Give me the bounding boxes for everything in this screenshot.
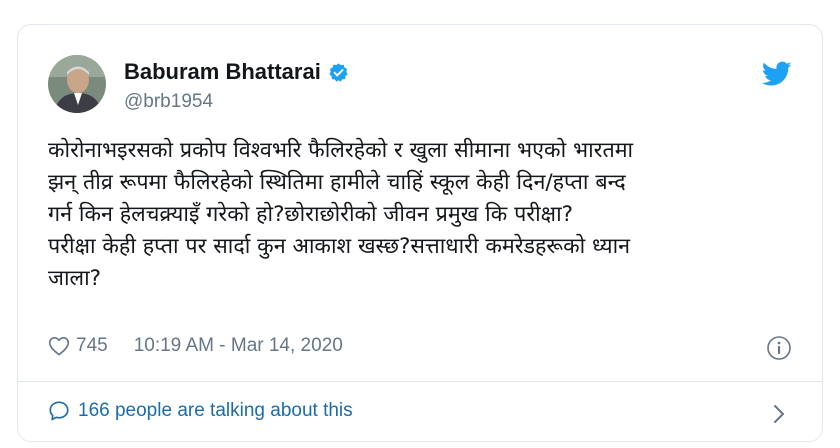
chevron-right-icon[interactable] <box>772 403 786 425</box>
conversation-link[interactable]: 166 people are talking about this <box>48 400 353 422</box>
author-handle[interactable]: @brb1954 <box>124 91 213 113</box>
conversation-text[interactable]: 166 people are talking about this <box>78 400 353 422</box>
info-icon[interactable] <box>766 335 792 361</box>
twitter-bird-icon[interactable] <box>761 61 792 87</box>
verified-badge-icon <box>328 62 349 83</box>
tweet-card: Baburam Bhattarai @brb1954 कोरोनाभइरसको … <box>17 24 823 442</box>
tweet-timestamp[interactable]: 10:19 AM - Mar 14, 2020 <box>134 335 343 357</box>
author-avatar[interactable] <box>48 55 106 113</box>
author-name-row: Baburam Bhattarai <box>124 59 349 85</box>
author-name[interactable]: Baburam Bhattarai <box>124 59 321 85</box>
like-count[interactable]: 745 <box>76 335 108 357</box>
divider <box>18 381 822 382</box>
tweet-meta: 745 10:19 AM - Mar 14, 2020 <box>48 335 343 357</box>
heart-icon[interactable] <box>48 336 70 356</box>
speech-bubble-icon <box>48 400 70 422</box>
tweet-text: कोरोनाभइरसको प्रकोप विश्वभरि फैलिरहेको र… <box>48 138 634 291</box>
